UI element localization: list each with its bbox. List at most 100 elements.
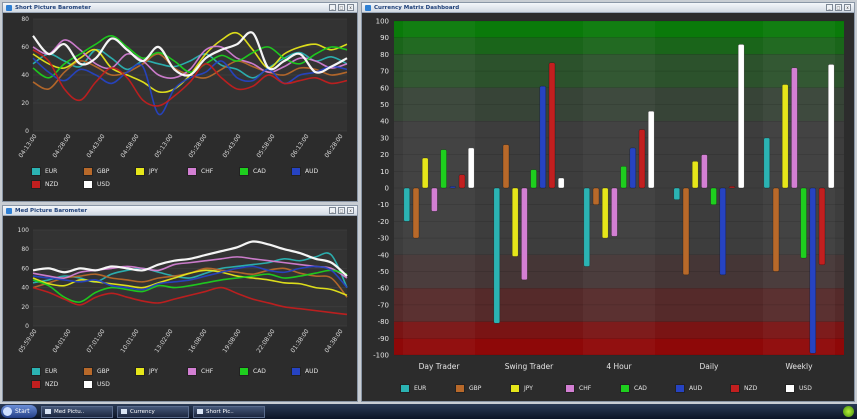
legend-swatch (83, 180, 93, 189)
bar-cad (620, 166, 627, 189)
legend-item-nzd: NZD (31, 380, 83, 389)
legend-swatch (83, 380, 93, 389)
legend-label: EUR (45, 368, 58, 375)
bar-aud (629, 147, 636, 189)
x-tick-label: 05:13:00 (153, 133, 174, 159)
legend-item-chf: CHF (187, 367, 239, 376)
legend-swatch (620, 384, 630, 393)
x-category-label: Swing Trader (505, 362, 554, 371)
y-tick-label: -40 (378, 251, 389, 259)
bar-chf (791, 67, 798, 189)
x-tick-label: 04:58:00 (119, 133, 140, 159)
y-tick-label: 80 (21, 16, 29, 23)
legend-swatch (565, 384, 575, 393)
close-button[interactable]: x (844, 4, 851, 11)
matrix-chart-legend: EUR GBP JPY CHF CAD AUD NZD USD (400, 384, 840, 393)
med-barometer-chart: 0 20 40 60 80 100 05:59:00 04:01:00 07:01:00 10:0… (17, 227, 348, 354)
x-category-label: Day Trader (419, 362, 461, 371)
y-tick-label: 80 (380, 51, 389, 59)
currency-matrix-chart: 1009080706050403020100-10-20-30-40-50-60… (373, 18, 844, 371)
x-category-label: 4 Hour (606, 362, 632, 371)
med-picture-titlebar[interactable]: Med Picture Barometer _ □ x (3, 206, 357, 216)
window-icon (365, 4, 371, 11)
maximize-button[interactable]: □ (338, 4, 345, 11)
minimize-button[interactable]: _ (329, 207, 336, 214)
y-tick-label: -80 (378, 318, 389, 326)
x-tick-label: 04:38:00 (323, 328, 344, 354)
legend-label: USD (97, 181, 110, 188)
legend-item-eur: EUR (31, 167, 83, 176)
short-barometer-chart: 0 20 40 60 80 04:13:00 04:28:00 04:43:00 04:58:0… (17, 16, 348, 159)
legend-swatch (455, 384, 465, 393)
bar-chf (611, 187, 618, 237)
bar-eur (583, 187, 590, 267)
legend-swatch (239, 167, 249, 176)
legend-item-nzd: NZD (730, 384, 785, 393)
bar-jpy (692, 161, 699, 189)
bar-aud (809, 187, 816, 354)
legend-item-nzd: NZD (31, 180, 83, 189)
legend-item-jpy: JPY (510, 384, 565, 393)
x-tick-label: 19:08:00 (221, 328, 242, 354)
legend-swatch (31, 180, 41, 189)
legend-label: JPY (524, 385, 533, 392)
med-chart-legend: EUR GBP JPY CHF CAD AUD NZD USD (31, 367, 343, 389)
legend-swatch (31, 167, 41, 176)
bar-chf (431, 187, 438, 212)
legend-item-gbp: GBP (455, 384, 510, 393)
short-picture-titlebar[interactable]: Short Picture Barometer _ □ x (3, 3, 357, 13)
taskbar-item-currency[interactable]: Currency (117, 405, 189, 418)
y-tick-label: 0 (25, 128, 29, 135)
legend-swatch (83, 167, 93, 176)
taskbar-item-short-picture[interactable]: Short Pic.. (193, 405, 265, 418)
legend-label: EUR (414, 385, 427, 392)
legend-label: CAD (634, 385, 647, 392)
x-tick-label: 01:38:00 (289, 328, 310, 354)
x-tick-label: 07:01:00 (85, 328, 106, 354)
start-button[interactable]: Start (1, 405, 37, 418)
y-tick-label: 0 (385, 185, 389, 193)
bar-jpy (422, 157, 429, 189)
legend-item-aud: AUD (291, 367, 343, 376)
close-button[interactable]: x (347, 4, 354, 11)
bar-aud (539, 85, 546, 189)
bar-gbp (682, 187, 690, 275)
bar-usd (828, 64, 835, 189)
y-tick-label: 40 (380, 118, 389, 126)
y-tick-label: 60 (380, 84, 389, 92)
x-tick-label: 22:08:00 (255, 328, 276, 354)
legend-label: AUD (305, 368, 319, 375)
x-tick-label: 05:28:00 (187, 133, 208, 159)
currency-matrix-titlebar[interactable]: Currency Matrix Dashboard _ □ x (362, 3, 854, 13)
med-picture-barometer-window: Med Picture Barometer _ □ x 0 20 40 60 80 100… (2, 205, 358, 402)
maximize-button[interactable]: □ (835, 4, 842, 11)
bar-cad (440, 149, 447, 189)
tray-status-icon[interactable] (843, 406, 854, 417)
legend-item-aud: AUD (291, 167, 343, 176)
x-tick-label: 06:28:00 (323, 133, 344, 159)
bar-aud (719, 187, 726, 275)
bar-usd (558, 177, 565, 189)
minimize-button[interactable]: _ (826, 4, 833, 11)
y-tick-label: 100 (376, 18, 389, 26)
legend-swatch (785, 384, 795, 393)
legend-swatch (291, 167, 301, 176)
bar-nzd (458, 174, 466, 189)
bar-nzd (728, 186, 736, 189)
y-tick-label: 100 (18, 227, 30, 234)
maximize-button[interactable]: □ (338, 207, 345, 214)
legend-swatch (730, 384, 740, 393)
y-tick-label: 40 (21, 72, 29, 79)
bar-cad (710, 187, 717, 205)
x-tick-label: 16:08:00 (187, 328, 208, 354)
window-icon (6, 207, 12, 214)
legend-swatch (239, 367, 249, 376)
x-tick-label: 04:01:00 (51, 328, 72, 354)
taskbar-item-med-picture[interactable]: Med Pictu.. (41, 405, 113, 418)
minimize-button[interactable]: _ (329, 4, 336, 11)
close-button[interactable]: x (347, 207, 354, 214)
legend-label: GBP (97, 368, 110, 375)
legend-label: NZD (45, 181, 59, 188)
legend-item-jpy: JPY (135, 367, 187, 376)
legend-swatch (400, 384, 410, 393)
